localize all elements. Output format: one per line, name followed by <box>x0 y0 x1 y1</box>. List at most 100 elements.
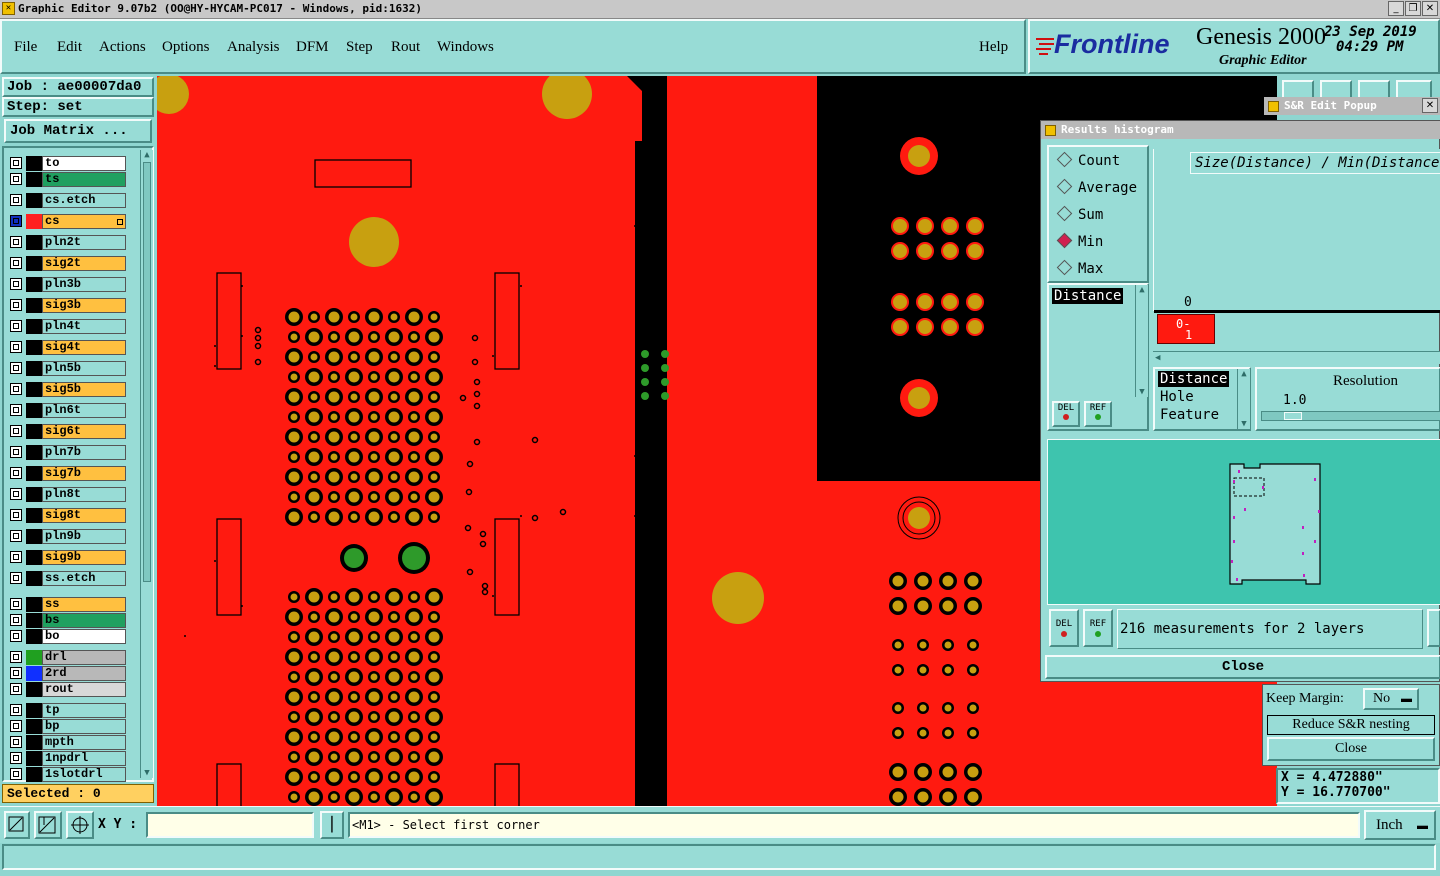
menu-analysis[interactable]: Analysis <box>227 39 280 56</box>
layer-color-swatch[interactable] <box>26 703 42 718</box>
layer-name[interactable]: 1npdrl <box>42 751 126 766</box>
layer-name[interactable]: sig3b <box>42 298 126 313</box>
layer-color-swatch[interactable] <box>26 666 42 681</box>
histogram-bin-bar[interactable]: 0- 1 <box>1157 314 1215 344</box>
layer-row-sig5b[interactable]: sig5b <box>10 382 126 397</box>
layer-checkbox[interactable] <box>10 425 22 437</box>
layer-checkbox[interactable] <box>10 320 22 332</box>
histogram-close-button[interactable]: Close <box>1045 655 1440 679</box>
layer-checkbox[interactable] <box>10 667 22 679</box>
layer-row-bp[interactable]: bp <box>10 719 126 734</box>
layer-checkbox[interactable] <box>10 598 22 610</box>
layer-checkbox[interactable] <box>10 467 22 479</box>
layer-row-pln9b[interactable]: pln9b <box>10 529 126 544</box>
layer-color-swatch[interactable] <box>26 487 42 502</box>
layer-checkbox[interactable] <box>10 530 22 542</box>
chart-icon[interactable] <box>1427 609 1440 647</box>
layer-color-swatch[interactable] <box>26 361 42 376</box>
layer-name[interactable]: sig7b <box>42 466 126 481</box>
layer-name[interactable]: to <box>42 156 126 171</box>
job-matrix-button[interactable]: Job Matrix ... <box>4 119 152 143</box>
layer-checkbox[interactable] <box>10 752 22 764</box>
layer-color-swatch[interactable] <box>26 256 42 271</box>
layer-color-swatch[interactable] <box>26 550 42 565</box>
layer-row-sig8t[interactable]: sig8t <box>10 508 126 523</box>
layer-color-swatch[interactable] <box>26 424 42 439</box>
layer-color-swatch[interactable] <box>26 571 42 586</box>
layer-name[interactable]: ss.etch <box>42 571 126 586</box>
layer-checkbox[interactable] <box>10 572 22 584</box>
layer-checkbox[interactable] <box>10 446 22 458</box>
layer-name[interactable]: sig4t <box>42 340 126 355</box>
layer-name[interactable]: tp <box>42 703 126 718</box>
layer-color-swatch[interactable] <box>26 767 42 782</box>
layer-name[interactable]: 2rd <box>42 666 126 681</box>
xy-input[interactable] <box>146 812 314 838</box>
layer-color-swatch[interactable] <box>26 214 42 229</box>
layer-name[interactable]: cs.etch <box>42 193 126 208</box>
layer-checkbox[interactable] <box>10 736 22 748</box>
layer-name[interactable]: ss <box>42 597 126 612</box>
layer-row-pln6t[interactable]: pln6t <box>10 403 126 418</box>
layer-row-pln3b[interactable]: pln3b <box>10 277 126 292</box>
hscroll-left-icon[interactable]: ◀ <box>1155 353 1160 363</box>
menu-rout[interactable]: Rout <box>391 39 420 56</box>
layer-checkbox[interactable] <box>10 157 22 169</box>
layer-row-sig4t[interactable]: sig4t <box>10 340 126 355</box>
layer-color-swatch[interactable] <box>26 735 42 750</box>
attr-scrollbar[interactable]: ▲ ▼ <box>1237 369 1250 429</box>
layer-name[interactable]: bp <box>42 719 126 734</box>
layer-checkbox[interactable] <box>10 173 22 185</box>
layer-row-cs[interactable]: cs <box>10 214 126 229</box>
layer-color-swatch[interactable] <box>26 340 42 355</box>
layer-name[interactable]: ts <box>42 172 126 187</box>
list-scrollbar[interactable]: ▲ ▼ <box>1135 285 1148 397</box>
scroll-up-icon[interactable]: ▲ <box>141 150 153 160</box>
list-item-distance[interactable]: Distance <box>1052 288 1124 304</box>
list-scroll-down-icon[interactable]: ▼ <box>1136 387 1148 397</box>
layer-row-rout[interactable]: rout <box>10 682 126 697</box>
layer-row-sig9b[interactable]: sig9b <box>10 550 126 565</box>
layer-name[interactable]: sig8t <box>42 508 126 523</box>
layer-row-sig7b[interactable]: sig7b <box>10 466 126 481</box>
layer-checkbox[interactable] <box>10 630 22 642</box>
reduce-nesting-button[interactable]: Reduce S&R nesting <box>1267 715 1435 735</box>
layer-color-swatch[interactable] <box>26 508 42 523</box>
scroll-down-icon[interactable]: ▼ <box>141 768 153 778</box>
layer-color-swatch[interactable] <box>26 629 42 644</box>
layer-checkbox[interactable] <box>10 704 22 716</box>
layer-checkbox[interactable] <box>10 383 22 395</box>
layer-checkbox[interactable] <box>10 299 22 311</box>
layer-name[interactable]: sig9b <box>42 550 126 565</box>
layer-checkbox[interactable] <box>10 278 22 290</box>
zoom-area-icon[interactable] <box>4 811 30 839</box>
units-select[interactable]: Inch ▬ <box>1364 810 1436 840</box>
menu-actions[interactable]: Actions <box>99 39 146 56</box>
close-icon[interactable]: ✕ <box>1422 1 1438 16</box>
histogram-hscroll[interactable]: ◀ <box>1153 351 1440 364</box>
cursor-icon[interactable]: ⎮ <box>320 811 344 839</box>
del-button-2[interactable]: DEL <box>1049 609 1079 647</box>
layer-row-drl[interactable]: drl <box>10 650 126 665</box>
layer-row-bo[interactable]: bo <box>10 629 126 644</box>
layer-color-swatch[interactable] <box>26 298 42 313</box>
layer-row-2rd[interactable]: 2rd <box>10 666 126 681</box>
layer-name[interactable]: pln2t <box>42 235 126 250</box>
layer-checkbox[interactable] <box>10 236 22 248</box>
layer-checkbox[interactable] <box>10 341 22 353</box>
layer-row-ss-etch[interactable]: ss.etch <box>10 571 126 586</box>
layer-color-swatch[interactable] <box>26 235 42 250</box>
minimize-icon[interactable]: _ <box>1388 1 1404 16</box>
layer-row-1npdrl[interactable]: 1npdrl <box>10 751 126 766</box>
layer-name[interactable]: sig2t <box>42 256 126 271</box>
attr-distance[interactable]: Distance <box>1158 371 1230 387</box>
radio-count[interactable]: Count <box>1056 151 1120 169</box>
layer-color-swatch[interactable] <box>26 172 42 187</box>
layer-color-swatch[interactable] <box>26 466 42 481</box>
layer-name[interactable]: pln5b <box>42 361 126 376</box>
menu-edit[interactable]: Edit <box>57 39 82 56</box>
layer-checkbox[interactable] <box>10 215 22 227</box>
resolution-slider-thumb[interactable] <box>1284 412 1302 420</box>
attr-scroll-down-icon[interactable]: ▼ <box>1238 419 1250 429</box>
resolution-slider[interactable] <box>1261 411 1440 421</box>
